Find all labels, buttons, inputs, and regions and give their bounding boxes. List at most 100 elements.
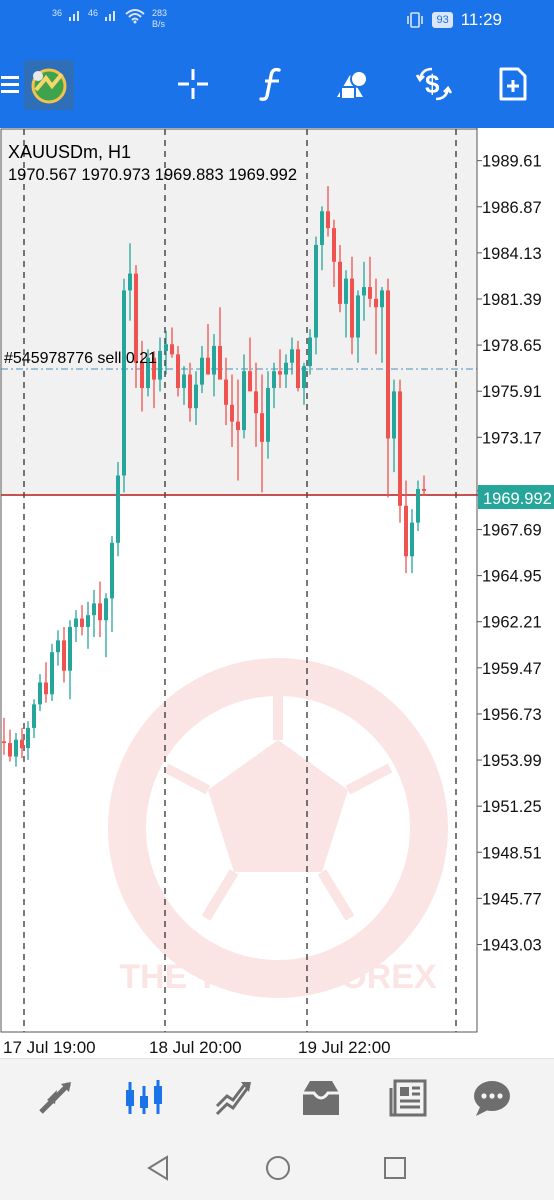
candle-body	[326, 211, 330, 229]
chart-symbol-title: XAUUSDm, H1	[8, 142, 131, 162]
price-tick-label: 1978.65	[482, 337, 542, 355]
candle-body	[116, 475, 120, 543]
candle-body	[38, 682, 42, 705]
price-tick-label: 1984.13	[482, 245, 542, 263]
price-tag-value: 1969.992	[483, 490, 552, 508]
candle-body	[62, 640, 66, 671]
chart-ohlc-values: 1970.567 1970.973 1969.883 1969.992	[8, 166, 297, 184]
chat-icon[interactable]	[469, 1075, 515, 1121]
news-icon[interactable]	[386, 1075, 432, 1121]
trade-icon[interactable]: $	[414, 64, 454, 104]
candle-body	[164, 344, 168, 351]
app-logo[interactable]	[24, 60, 74, 110]
candle-body	[218, 345, 222, 380]
quotes-icon[interactable]	[32, 1075, 78, 1121]
candle-body	[32, 704, 36, 728]
candle-body	[374, 298, 378, 308]
price-tick-label: 1945.77	[482, 890, 542, 908]
candle-body	[416, 488, 420, 523]
price-tick-label: 1956.73	[482, 706, 542, 724]
status-bar: 36 46 283 B/s 93 11:29	[0, 0, 554, 42]
candle-body	[260, 413, 264, 442]
candle-body	[266, 387, 270, 442]
candle-body	[128, 273, 132, 291]
candle-body	[236, 421, 240, 431]
price-tick-label: 1962.21	[482, 614, 542, 632]
candle-body	[200, 357, 204, 385]
candle-body	[44, 682, 48, 695]
header-background	[1, 129, 477, 496]
signal-2-label: 46	[88, 8, 99, 18]
battery-icon: 93	[432, 12, 453, 28]
trade-nav-icon[interactable]	[210, 1075, 256, 1121]
watermark-text: THE TRUST FOREX	[119, 958, 437, 996]
candle-body	[224, 379, 228, 405]
candle-body	[302, 366, 306, 388]
home-icon[interactable]	[264, 1154, 292, 1187]
candle-body	[86, 615, 90, 627]
svg-text:$: $	[425, 69, 440, 99]
candle-body	[182, 374, 186, 388]
order-line-label[interactable]: #545978776 sell 0.21	[4, 350, 157, 367]
candle-body	[404, 505, 408, 557]
time-tick-label: 19 Jul 22:00	[298, 1038, 391, 1057]
indicators-icon[interactable]	[252, 64, 292, 104]
candle-body	[242, 371, 246, 431]
chart-icon[interactable]	[121, 1075, 167, 1121]
candle-body	[50, 652, 54, 695]
candle-body	[194, 384, 198, 409]
new-order-icon[interactable]	[493, 64, 533, 104]
price-tick-label: 1973.17	[482, 429, 542, 447]
price-tick-label: 1951.25	[482, 798, 542, 816]
candle-body	[362, 287, 366, 296]
signal-1-label: 36	[52, 8, 63, 18]
candle-body	[158, 350, 162, 380]
recents-icon[interactable]	[382, 1155, 408, 1186]
history-icon[interactable]	[298, 1075, 344, 1121]
time-tick-label: 17 Jul 19:00	[3, 1038, 96, 1057]
candle-body	[80, 618, 84, 627]
candle-body	[386, 290, 390, 439]
price-tick-label: 1967.69	[482, 522, 542, 540]
candle-body	[320, 211, 324, 245]
crosshair-icon[interactable]	[173, 64, 213, 104]
watermark: THE TRUST FOREX	[108, 658, 448, 998]
candle-body	[8, 743, 12, 757]
candle-body	[20, 739, 24, 749]
price-tick-label: 1975.91	[482, 383, 542, 401]
candle-body	[56, 640, 60, 653]
candle-body	[74, 618, 78, 627]
candle-body	[92, 603, 96, 616]
candle-body	[248, 371, 252, 392]
candle-body	[314, 244, 318, 338]
status-left: 36 46 283 B/s	[52, 8, 167, 30]
candle-body	[68, 626, 72, 671]
candle-body	[176, 354, 180, 388]
candle-body	[392, 391, 396, 439]
candle-body	[422, 488, 426, 491]
candle-body	[188, 374, 192, 409]
candle-body	[290, 349, 294, 363]
net-speed: 283 B/s	[152, 8, 168, 29]
candle-body	[344, 278, 348, 304]
candle-body	[254, 391, 258, 414]
candle-body	[278, 371, 282, 375]
status-right: 93 11:29	[406, 10, 502, 30]
candle-body	[272, 371, 276, 388]
toolbar: $	[0, 42, 554, 128]
objects-icon[interactable]	[333, 64, 373, 104]
system-navigation	[0, 1136, 554, 1200]
back-icon[interactable]	[145, 1154, 171, 1187]
signal-icon-2	[105, 11, 116, 21]
chart-area[interactable]: THE TRUST FOREX 1989.61 1986.87 1984.13 198…	[0, 128, 554, 1058]
time-axis: 17 Jul 19:00 18 Jul 20:00 19 Jul 22:00	[3, 1038, 391, 1057]
candle-body	[170, 344, 174, 355]
candle-body	[230, 404, 234, 422]
candle-body	[122, 290, 126, 476]
candle-body	[350, 278, 354, 338]
price-tick-label: 1964.95	[482, 568, 542, 586]
candlestick-chart[interactable]: THE TRUST FOREX 1989.611986.871984.13198…	[0, 128, 554, 1058]
candle-body	[14, 739, 18, 757]
vibrate-icon	[407, 12, 424, 28]
candle-body	[296, 349, 300, 388]
